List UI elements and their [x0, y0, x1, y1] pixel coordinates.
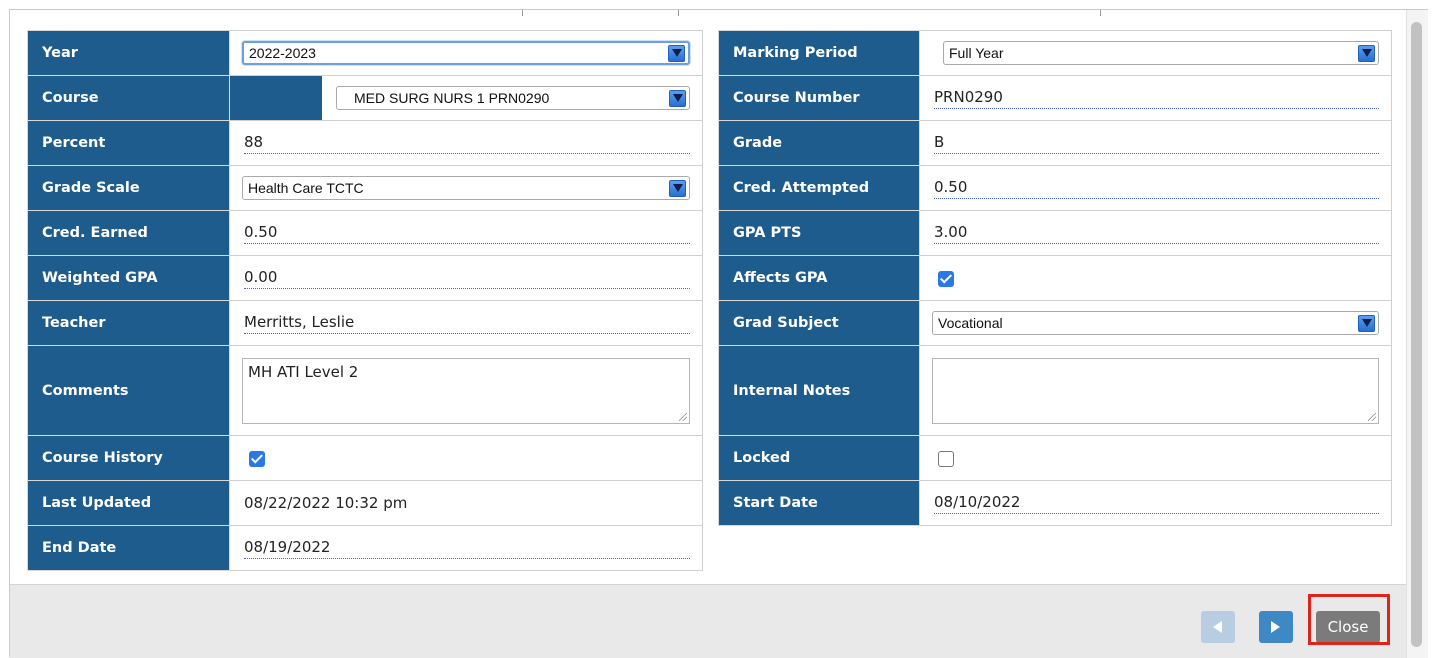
row-affects-gpa: Affects GPA	[718, 255, 1392, 301]
grade-scale-label: Grade Scale	[27, 165, 230, 211]
marking-period-label: Marking Period	[718, 30, 920, 76]
course-history-label: Course History	[27, 435, 230, 481]
percent-label: Percent	[27, 120, 230, 166]
row-grad-subject: Grad Subject Vocational	[718, 300, 1392, 346]
row-marking-period: Marking Period Full Year	[718, 30, 1392, 76]
end-date-input[interactable]: 08/19/2022	[244, 538, 690, 559]
start-date-input[interactable]: 08/10/2022	[934, 493, 1379, 514]
gpa-pts-input[interactable]: 3.00	[934, 223, 1379, 244]
cred-attempted-input[interactable]: 0.50	[934, 178, 1379, 199]
internal-notes-label: Internal Notes	[718, 345, 920, 436]
course-select-value: MED SURG NURS 1 PRN0290	[354, 90, 550, 106]
row-internal-notes: Internal Notes	[718, 345, 1392, 436]
header-edge	[10, 10, 1427, 16]
row-end-date: End Date 08/19/2022	[27, 525, 703, 571]
grad-subject-label: Grad Subject	[718, 300, 920, 346]
row-gpa-pts: GPA PTS 3.00	[718, 210, 1392, 256]
gpa-pts-label: GPA PTS	[718, 210, 920, 256]
year-select-value: 2022-2023	[249, 45, 316, 61]
triangle-right-icon	[1271, 621, 1280, 633]
course-label-text: Course	[42, 90, 99, 106]
chevron-down-icon	[669, 179, 686, 197]
dialog-footer: Close	[10, 584, 1406, 658]
left-form-table: Year 2022-2023 Course MED SURG NURS 1 PR…	[27, 30, 703, 571]
row-course: Course MED SURG NURS 1 PRN0290	[27, 75, 703, 121]
row-course-history: Course History	[27, 435, 703, 481]
affects-gpa-label: Affects GPA	[718, 255, 920, 301]
grad-subject-select[interactable]: Vocational	[932, 311, 1379, 335]
course-history-checkbox[interactable]	[249, 450, 265, 467]
row-weighted-gpa: Weighted GPA 0.00	[27, 255, 703, 301]
chevron-down-icon	[1358, 314, 1375, 332]
weighted-gpa-input[interactable]: 0.00	[244, 268, 690, 289]
grade-scale-select[interactable]: Health Care TCTC	[242, 176, 690, 200]
row-grade: Grade B	[718, 120, 1392, 166]
last-updated-value: 08/22/2022 10:32 pm	[244, 494, 408, 512]
triangle-left-icon	[1213, 621, 1222, 633]
marking-period-select-value: Full Year	[949, 45, 1004, 61]
year-select[interactable]: 2022-2023	[242, 41, 690, 65]
scrollbar-thumb[interactable]	[1411, 22, 1422, 647]
course-history-dialog: Year 2022-2023 Course MED SURG NURS 1 PR…	[9, 9, 1428, 658]
cred-earned-input[interactable]: 0.50	[244, 223, 690, 244]
course-number-label: Course Number	[718, 75, 920, 121]
right-form-table: Marking Period Full Year Course Number P…	[718, 30, 1392, 526]
row-teacher: Teacher Merritts, Leslie	[27, 300, 703, 346]
grad-subject-select-value: Vocational	[938, 315, 1003, 331]
row-last-updated: Last Updated 08/22/2022 10:32 pm	[27, 480, 703, 526]
previous-record-button[interactable]	[1201, 611, 1235, 643]
row-cred-earned: Cred. Earned 0.50	[27, 210, 703, 256]
marking-period-select[interactable]: Full Year	[943, 41, 1379, 65]
weighted-gpa-label: Weighted GPA	[27, 255, 230, 301]
grade-scale-select-value: Health Care TCTC	[248, 180, 364, 196]
row-comments: Comments MH ATI Level 2	[27, 345, 703, 436]
cred-attempted-label: Cred. Attempted	[718, 165, 920, 211]
comments-label: Comments	[27, 345, 230, 436]
scrollbar[interactable]	[1406, 10, 1428, 658]
grade-label: Grade	[718, 120, 920, 166]
course-select[interactable]: MED SURG NURS 1 PRN0290	[336, 86, 690, 110]
chevron-down-icon	[668, 44, 685, 62]
chevron-down-icon	[669, 89, 686, 107]
row-course-number: Course Number PRN0290	[718, 75, 1392, 121]
year-label: Year	[27, 30, 230, 76]
row-year: Year 2022-2023	[27, 30, 703, 76]
teacher-label: Teacher	[27, 300, 230, 346]
start-date-label: Start Date	[718, 480, 920, 526]
locked-checkbox[interactable]	[938, 450, 954, 467]
percent-input[interactable]: 88	[244, 133, 690, 154]
chevron-down-icon	[1358, 44, 1375, 62]
internal-notes-textarea[interactable]	[932, 357, 1379, 424]
course-label-extension	[230, 76, 322, 120]
locked-label: Locked	[718, 435, 920, 481]
teacher-input[interactable]: Merritts, Leslie	[244, 313, 690, 334]
row-cred-attempted: Cred. Attempted 0.50	[718, 165, 1392, 211]
end-date-label: End Date	[27, 525, 230, 571]
cred-earned-label: Cred. Earned	[27, 210, 230, 256]
row-grade-scale: Grade Scale Health Care TCTC	[27, 165, 703, 211]
next-record-button[interactable]	[1259, 611, 1293, 643]
course-label: Course	[27, 75, 230, 121]
affects-gpa-checkbox[interactable]	[938, 270, 954, 287]
row-locked: Locked	[718, 435, 1392, 481]
comments-textarea[interactable]: MH ATI Level 2	[242, 357, 690, 424]
row-start-date: Start Date 08/10/2022	[718, 480, 1392, 526]
course-number-input[interactable]: PRN0290	[934, 88, 1379, 109]
close-button-highlight	[1308, 594, 1390, 645]
last-updated-label: Last Updated	[27, 480, 230, 526]
grade-input[interactable]: B	[934, 133, 1379, 154]
row-percent: Percent 88	[27, 120, 703, 166]
